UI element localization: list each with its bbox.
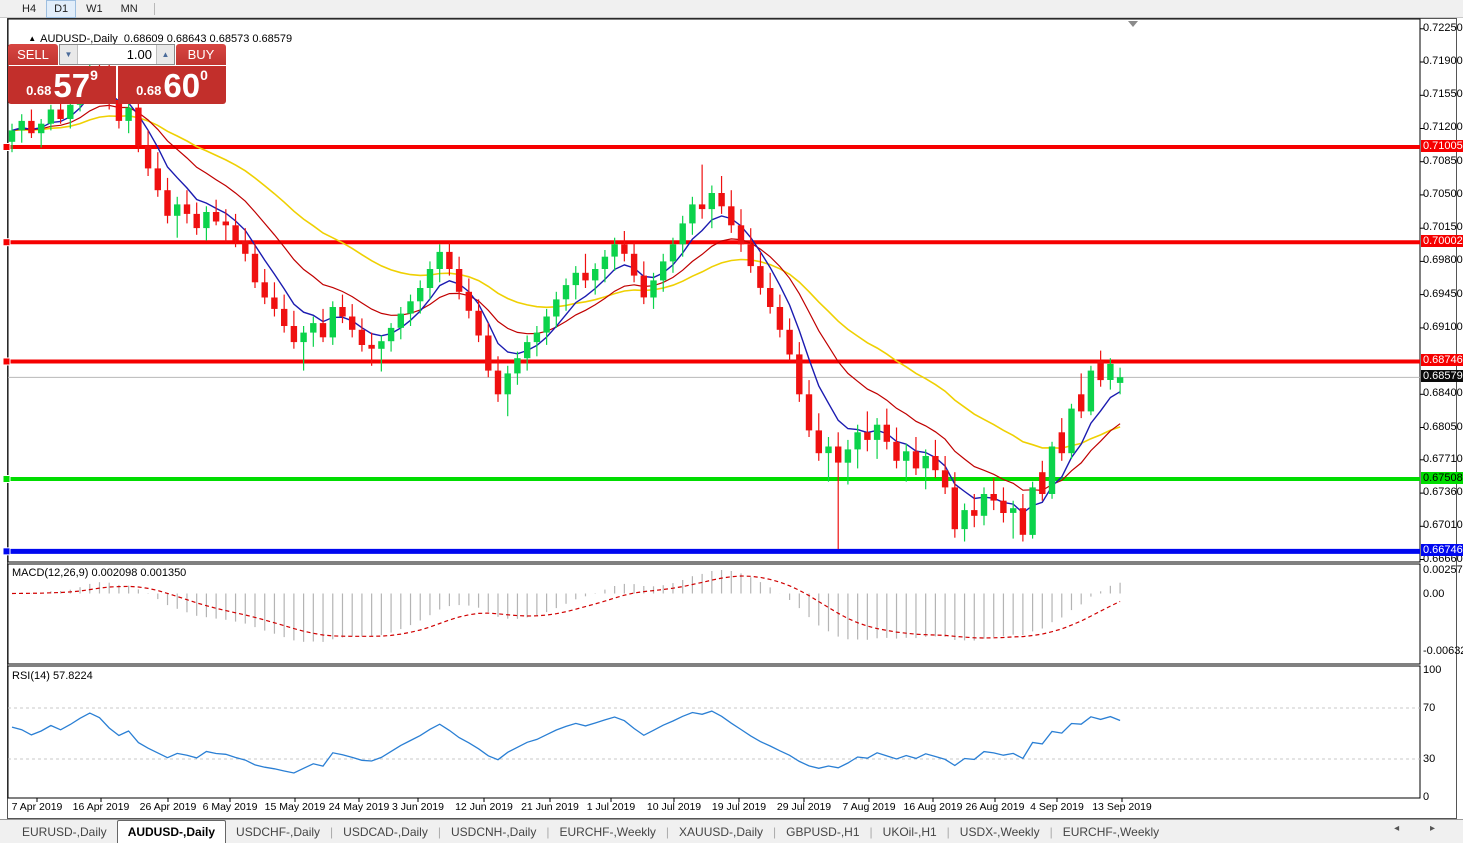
chart-tab-usdx-weekly[interactable]: USDX-,Weekly	[950, 820, 1050, 843]
price-axis-label: 0.68400	[1423, 387, 1463, 399]
sell-button[interactable]: SELL	[8, 44, 58, 65]
level-price-badge: 0.71005	[1421, 140, 1463, 152]
date-axis-label: 16 Apr 2019	[72, 801, 130, 813]
date-axis-label: 16 Aug 2019	[903, 801, 963, 813]
price-axis-label: 0.67710	[1423, 453, 1463, 465]
chart-tab-eurchf-weekly[interactable]: EURCHF-,Weekly	[1053, 820, 1169, 843]
macd-indicator-label: MACD(12,26,9) 0.002098 0.001350	[12, 567, 187, 579]
buy-price-display[interactable]: 0.68 60 0	[118, 66, 226, 104]
date-axis-label: 19 Jul 2019	[711, 801, 767, 813]
price-axis-label: 0.67010	[1423, 519, 1463, 531]
price-axis-label: 0.68050	[1423, 421, 1463, 433]
macd-axis-label: 0.00	[1423, 588, 1445, 600]
rsi-axis-label: 70	[1423, 702, 1436, 714]
one-click-trade-panel: SELL ▼ ▲ BUY 0.68 57 9 0.68 60 0	[8, 44, 226, 104]
sell-price-main: 57	[53, 67, 91, 104]
price-axis-label: 0.70850	[1423, 155, 1463, 167]
chart-tab-usdcad-daily[interactable]: USDCAD-,Daily	[333, 820, 438, 843]
price-axis-label: 0.70500	[1423, 188, 1463, 200]
buy-price-main: 60	[163, 67, 201, 104]
chart-tab-eurchf-weekly[interactable]: EURCHF-,Weekly	[549, 820, 665, 843]
volume-decrease-button[interactable]: ▼	[60, 45, 78, 64]
level-price-badge: 0.66746	[1421, 544, 1463, 556]
chart-shift-marker-icon[interactable]	[1128, 21, 1138, 27]
sell-price-display[interactable]: 0.68 57 9	[8, 66, 116, 104]
level-price-badge: 0.68746	[1421, 354, 1463, 366]
date-axis-label: 13 Sep 2019	[1092, 801, 1152, 813]
level-price-badge: 0.70002	[1421, 235, 1463, 247]
collapse-arrow-icon[interactable]: ▲	[28, 34, 36, 43]
buy-price-pipette: 0	[200, 67, 208, 83]
price-axis-label: 0.70150	[1423, 221, 1463, 233]
price-axis-label: 0.69450	[1423, 288, 1463, 300]
date-axis-label: 21 Jun 2019	[521, 801, 579, 813]
date-axis-label: 4 Sep 2019	[1030, 801, 1084, 813]
buy-button[interactable]: BUY	[176, 44, 226, 65]
chart-tab-audusd-daily[interactable]: AUDUSD-,Daily	[116, 820, 227, 843]
macd-axis-label: 0.002574	[1423, 564, 1463, 576]
date-axis-label: 24 May 2019	[328, 801, 390, 813]
chart-tab-eurusd-daily[interactable]: EURUSD-,Daily	[12, 820, 117, 843]
price-axis-label: 0.69800	[1423, 254, 1463, 266]
price-axis-label: 0.71550	[1423, 88, 1463, 100]
price-chart-canvas[interactable]	[0, 0, 1463, 818]
price-axis-label: 0.69100	[1423, 321, 1463, 333]
rsi-axis-label: 30	[1423, 753, 1436, 765]
chart-tab-ukoil-h1[interactable]: UKOil-,H1	[873, 820, 947, 843]
date-axis-label: 7 Apr 2019	[11, 801, 63, 813]
price-axis-label: 0.72250	[1423, 22, 1463, 34]
chart-tab-gbpusd-h1[interactable]: GBPUSD-,H1	[776, 820, 869, 843]
macd-axis-label: -0.006326	[1423, 645, 1463, 657]
rsi-axis-label: 0	[1423, 791, 1430, 803]
date-axis-label: 26 Aug 2019	[965, 801, 1025, 813]
sell-price-prefix: 0.68	[26, 83, 52, 98]
level-price-badge: 0.67508	[1421, 472, 1463, 484]
volume-input[interactable]	[78, 45, 156, 64]
chart-tab-usdchf-daily[interactable]: USDCHF-,Daily	[226, 820, 330, 843]
price-axis-label: 0.71200	[1423, 121, 1463, 133]
date-axis-label: 6 May 2019	[202, 801, 258, 813]
sell-price-pipette: 9	[90, 67, 98, 83]
date-axis-label: 7 Aug 2019	[842, 801, 896, 813]
chart-tab-xauusd-daily[interactable]: XAUUSD-,Daily	[669, 820, 773, 843]
chart-tab-bar: EURUSD-,Daily AUDUSD-,Daily USDCHF-,Daily |…	[0, 819, 1463, 843]
date-axis-label: 15 May 2019	[264, 801, 326, 813]
volume-increase-button[interactable]: ▲	[156, 45, 174, 64]
date-axis-label: 26 Apr 2019	[139, 801, 197, 813]
date-axis-label: 3 Jun 2019	[392, 801, 444, 813]
rsi-indicator-label: RSI(14) 57.8224	[12, 670, 93, 682]
date-axis-label: 29 Jul 2019	[776, 801, 832, 813]
mt4-window: H4 D1 W1 MN ▲ AUDUSD-,Daily 0.68609 0.68643 …	[0, 0, 1463, 843]
volume-stepper: ▼ ▲	[59, 44, 175, 65]
current-price-badge: 0.68579	[1421, 370, 1463, 382]
tab-scroll-arrows[interactable]: ◂ ▸	[1394, 823, 1449, 834]
rsi-axis-label: 100	[1423, 664, 1442, 676]
chart-tab-usdcnh-daily[interactable]: USDCNH-,Daily	[441, 820, 546, 843]
date-axis-label: 10 Jul 2019	[646, 801, 702, 813]
date-axis-label: 1 Jul 2019	[586, 801, 636, 813]
buy-price-prefix: 0.68	[136, 83, 162, 98]
date-axis-label: 12 Jun 2019	[455, 801, 513, 813]
price-axis-label: 0.67360	[1423, 486, 1463, 498]
price-axis-label: 0.71900	[1423, 55, 1463, 67]
